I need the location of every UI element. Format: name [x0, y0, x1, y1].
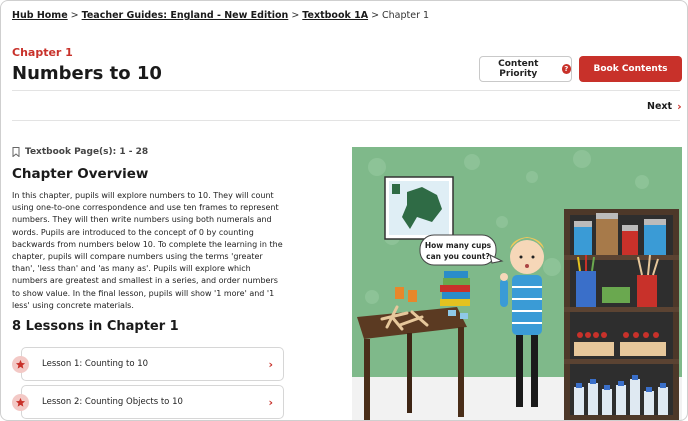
- lesson-label: Lesson 2: Counting Objects to 10: [42, 397, 183, 407]
- overview-text: In this chapter, pupils will explore num…: [12, 191, 283, 310]
- content-priority-label: Content Priority: [498, 59, 539, 79]
- next-label: Next: [647, 101, 673, 112]
- overview-heading: Chapter Overview: [12, 166, 149, 182]
- lessons-heading: 8 Lessons in Chapter 1: [12, 319, 179, 334]
- lesson-card[interactable]: Lesson 1: Counting to 10 ›: [21, 347, 284, 381]
- breadcrumb: Hub Home > Teacher Guides: England - New E…: [12, 10, 429, 21]
- lesson-row[interactable]: Lesson 1: Counting to 10 ›: [12, 347, 284, 381]
- bookmark-icon: [12, 147, 20, 157]
- chevron-right-icon: ›: [268, 357, 273, 371]
- breadcrumb-textbook[interactable]: Textbook 1A: [302, 10, 368, 21]
- speech-bubble-line-2: can you count?: [426, 252, 490, 261]
- chevron-right-icon: ›: [677, 100, 682, 113]
- textbook-pages: Textbook Page(s): 1 - 28: [12, 147, 148, 157]
- divider: [12, 90, 680, 91]
- chapter-illustration: How many cups can you count?: [352, 147, 682, 420]
- star-icon: [12, 356, 29, 373]
- content-priority-button[interactable]: Content Priority ?: [479, 56, 572, 82]
- textbook-pages-label: Textbook Page(s): 1 - 28: [25, 147, 149, 157]
- breadcrumb-separator: >: [70, 10, 79, 21]
- divider: [12, 120, 680, 121]
- breadcrumb-separator: >: [291, 10, 300, 21]
- lesson-label: Lesson 1: Counting to 10: [42, 359, 149, 369]
- star-icon: [12, 394, 29, 411]
- page-frame: Hub Home > Teacher Guides: England - New E…: [0, 0, 688, 421]
- breadcrumb-current: Chapter 1: [382, 10, 430, 21]
- speech-bubble-line-1: How many cups: [425, 241, 492, 250]
- breadcrumb-hub-home[interactable]: Hub Home: [12, 10, 68, 21]
- book-contents-button[interactable]: Book Contents: [579, 56, 682, 82]
- help-icon: ?: [561, 64, 571, 74]
- next-link[interactable]: Next ›: [647, 100, 682, 113]
- breadcrumb-separator: >: [371, 10, 380, 21]
- lesson-card[interactable]: Lesson 2: Counting Objects to 10 ›: [21, 385, 284, 419]
- breadcrumb-teacher-guides[interactable]: Teacher Guides: England - New Edition: [82, 10, 289, 21]
- chapter-label: Chapter 1: [12, 46, 73, 59]
- chevron-right-icon: ›: [268, 395, 273, 409]
- lesson-row[interactable]: Lesson 2: Counting Objects to 10 ›: [12, 385, 284, 419]
- page-title: Numbers to 10: [12, 63, 162, 84]
